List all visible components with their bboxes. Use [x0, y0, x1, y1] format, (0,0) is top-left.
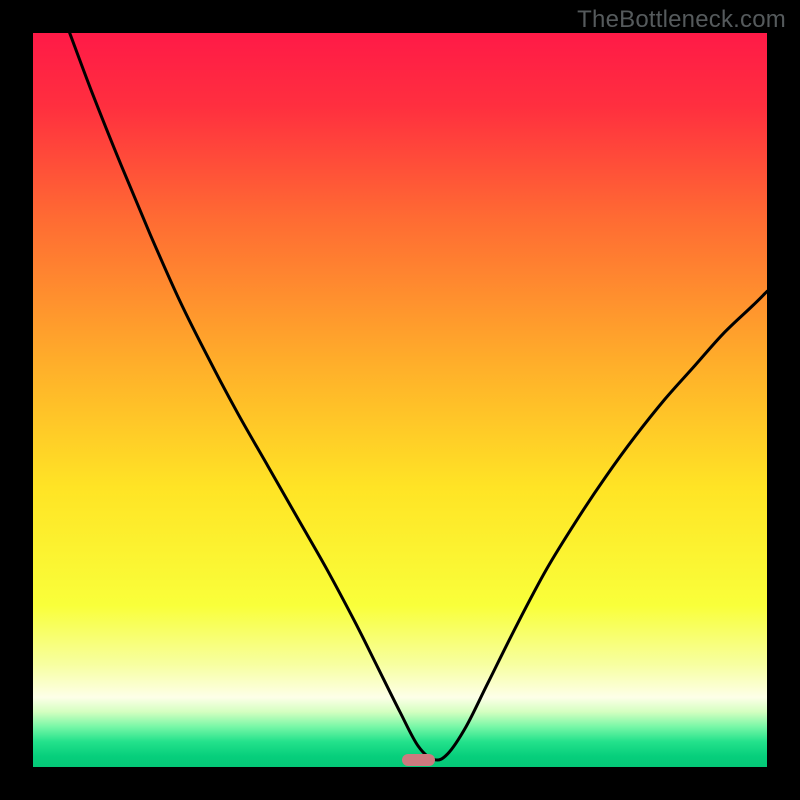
optimal-point-marker	[402, 754, 435, 766]
watermark-text: TheBottleneck.com	[577, 6, 786, 34]
bottleneck-curve	[33, 33, 767, 767]
chart-frame: TheBottleneck.com	[0, 0, 800, 800]
plot-area	[33, 33, 767, 767]
